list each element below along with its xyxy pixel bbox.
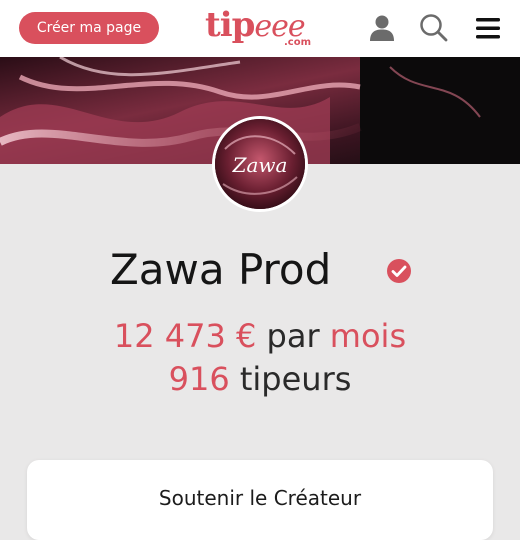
monthly-amount: 12 473 € par mois — [0, 315, 520, 357]
amount-value: 12 473 € — [113, 317, 257, 355]
tippers-label: tipeurs — [239, 360, 352, 398]
creator-avatar: Zawa — [212, 116, 308, 212]
search-icon[interactable] — [418, 12, 450, 44]
logo-text: tip — [205, 5, 255, 45]
creator-name: Zawa Prod — [110, 245, 332, 294]
creator-name-row: Zawa Prod — [0, 242, 520, 298]
user-icon[interactable] — [366, 12, 398, 44]
menu-icon[interactable] — [472, 12, 504, 44]
tippers-count: 916 — [168, 360, 230, 398]
top-header: Créer ma page tipeee .com — [0, 0, 520, 57]
support-title: Soutenir le Créateur — [158, 486, 362, 510]
support-card[interactable]: Soutenir le Créateur — [27, 460, 493, 540]
amount-par: par — [266, 317, 320, 355]
create-page-button[interactable]: Créer ma page — [19, 12, 159, 44]
logo-domain: .com — [284, 37, 312, 48]
verified-icon — [386, 258, 412, 284]
amount-period: mois — [329, 317, 407, 355]
avatar-signature: Zawa — [232, 153, 288, 177]
tipeee-logo[interactable]: tipeee .com — [205, 4, 315, 54]
tippers-count-line: 916 tipeurs — [0, 358, 520, 400]
